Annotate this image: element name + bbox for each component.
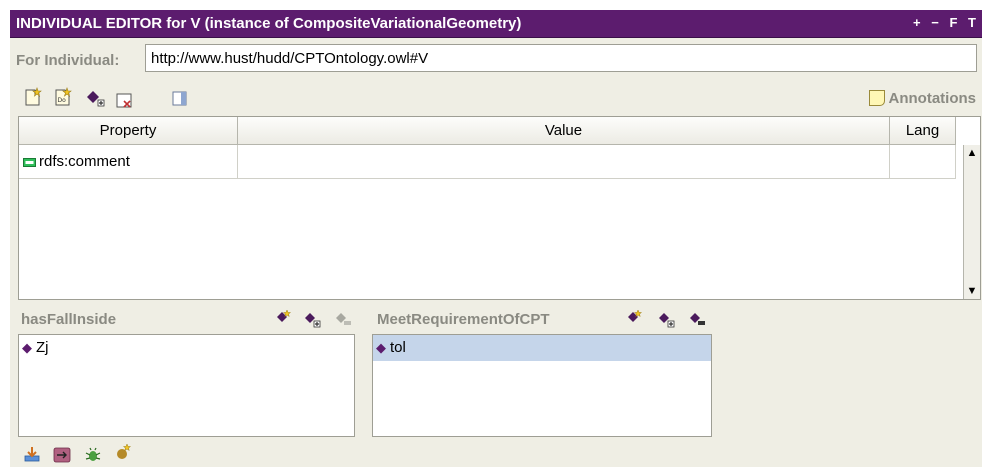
add-value-icon[interactable]: [625, 309, 643, 327]
property-table: Property Value Lang rdfs:comment ▲ ▼: [18, 116, 981, 300]
arrow-right-icon[interactable]: [53, 446, 71, 464]
note-icon: [868, 90, 885, 106]
table-row-property[interactable]: rdfs:comment: [19, 145, 238, 179]
scroll-up-icon[interactable]: ▲: [964, 145, 980, 161]
individual-uri-field[interactable]: [145, 44, 977, 72]
title-controls: + − F T: [906, 15, 976, 30]
table-row-lang[interactable]: [890, 145, 956, 179]
list-item-label: Zj: [36, 339, 49, 356]
download-icon[interactable]: [23, 445, 41, 463]
add-value-icon[interactable]: [274, 309, 292, 327]
column-header-property[interactable]: Property: [19, 117, 238, 145]
add-instance-icon[interactable]: [114, 443, 132, 461]
remove-value-icon[interactable]: [334, 311, 352, 329]
delete-row-icon[interactable]: [115, 90, 135, 110]
titlebar: INDIVIDUAL EDITOR for V (instance of Com…: [10, 10, 982, 38]
f-button[interactable]: F: [949, 15, 957, 30]
create-value-icon[interactable]: [303, 311, 321, 329]
create-value-icon[interactable]: [657, 311, 675, 329]
table-scrollbar[interactable]: ▲ ▼: [963, 145, 980, 299]
column-header-lang[interactable]: Lang: [890, 117, 956, 145]
remove-value-icon[interactable]: [688, 311, 706, 329]
list-item[interactable]: ◆ tol: [373, 335, 711, 361]
meet-requirement-label: MeetRequirementOfCPT: [377, 311, 550, 328]
create-property-value-icon[interactable]: [23, 87, 43, 107]
table-row-value[interactable]: [238, 145, 890, 179]
scroll-down-icon[interactable]: ▼: [964, 283, 980, 299]
column-header-value[interactable]: Value: [238, 117, 890, 145]
create-property-value-template-icon[interactable]: Do: [53, 87, 73, 107]
add-property-icon[interactable]: [86, 89, 106, 109]
datatype-property-icon: [23, 158, 36, 167]
property-name: rdfs:comment: [39, 153, 130, 170]
instance-icon: ◆: [22, 340, 32, 355]
has-fall-inside-list: ◆ Zj: [18, 334, 355, 437]
list-item[interactable]: ◆ Zj: [19, 335, 354, 361]
editor-title: INDIVIDUAL EDITOR for V (instance of Com…: [16, 15, 522, 32]
has-fall-inside-label: hasFallInside: [21, 311, 117, 328]
bug-icon[interactable]: [84, 446, 102, 464]
for-individual-label: For Individual:: [16, 52, 120, 69]
plus-button[interactable]: +: [913, 15, 921, 30]
individual-editor-panel: INDIVIDUAL EDITOR for V (instance of Com…: [10, 10, 982, 467]
annotations-label: Annotations: [888, 90, 977, 107]
minus-button[interactable]: −: [931, 15, 939, 30]
list-item-label: tol: [390, 339, 406, 356]
annotations-button[interactable]: Annotations: [868, 90, 977, 107]
meet-requirement-list: ◆ tol: [372, 334, 712, 437]
svg-text:Do: Do: [58, 97, 67, 104]
t-button[interactable]: T: [968, 15, 976, 30]
instance-icon: ◆: [376, 340, 386, 355]
view-icon[interactable]: [170, 89, 190, 109]
